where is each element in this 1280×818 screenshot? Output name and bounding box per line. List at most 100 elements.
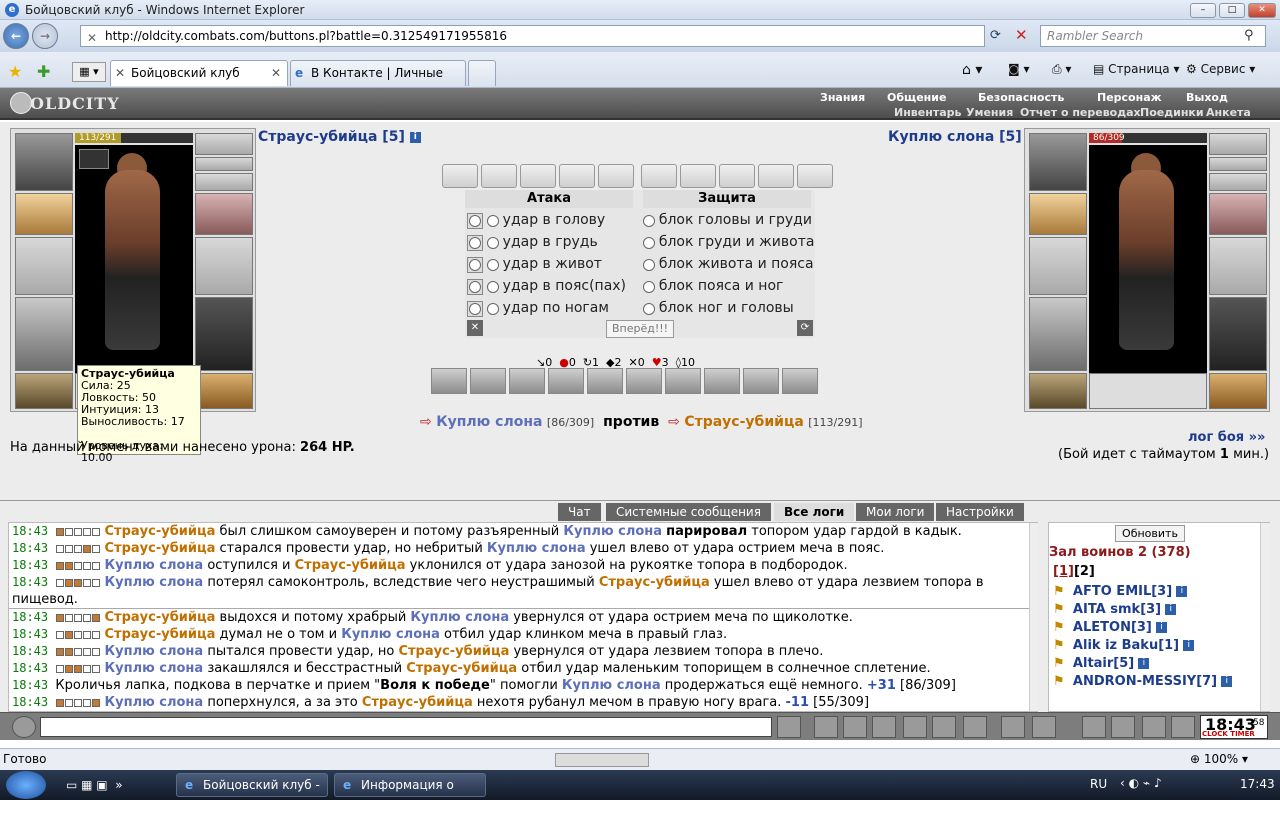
attack-radio[interactable] [486,258,499,271]
helmet-slot[interactable] [1029,133,1087,191]
action-slot[interactable] [520,164,556,188]
save-icon[interactable] [872,716,896,738]
weapon-slot[interactable] [1029,237,1087,295]
offhand-slot[interactable] [195,237,253,295]
helmet-slot[interactable] [15,133,73,191]
effect-icon[interactable] [79,149,109,169]
right-fighter-name[interactable]: Куплю слона [5] i [888,129,1038,145]
menu-character[interactable]: Персонаж [1097,91,1162,104]
feeds-icon[interactable]: ◙ ▾ [1008,62,1029,76]
fighter-name[interactable]: Страус-убийца [362,695,473,710]
sound-icon[interactable] [963,716,987,738]
rings-slot[interactable] [1209,173,1267,191]
tools-menu[interactable]: ⚙ Сервис ▾ [1186,62,1255,76]
menu-skills[interactable]: Умения [966,106,1013,119]
menu-profile[interactable]: Анкета [1206,106,1251,119]
user-name[interactable]: AITA smk[3] [1073,602,1161,617]
start-button[interactable] [6,771,46,799]
defense-radio[interactable] [643,236,655,249]
armor-slot[interactable] [1029,297,1087,371]
favorites-star-icon[interactable]: ★ [8,62,22,81]
defense-option[interactable]: блок ног и головы [643,300,814,322]
search-input[interactable]: Rambler Search [1040,25,1266,47]
armor-slot[interactable] [15,297,73,371]
action-slot[interactable] [598,164,634,188]
forward-button[interactable]: Вперёд!!! [606,320,674,338]
stop-icon[interactable]: ✕ [1015,26,1028,44]
players-icon[interactable] [1111,716,1135,738]
weapon-slot[interactable] [15,237,73,295]
minimize-button[interactable]: – [1190,3,1216,18]
attack-radio[interactable] [486,236,499,249]
users-scrollbar[interactable] [1260,523,1270,711]
pants-slot[interactable] [1209,297,1267,371]
belt-slot[interactable] [15,373,73,409]
chat-tab-all-logs[interactable]: Все логи [774,503,855,521]
action-slot[interactable] [559,164,595,188]
skill-icon[interactable] [665,368,701,394]
fighter-name[interactable]: Куплю слона [105,661,204,676]
tray-icons[interactable]: ‹ ◐ ⌁ ♪ [1120,776,1162,790]
radio-box[interactable] [467,212,483,229]
refresh-battle-icon[interactable]: ⟳ [797,320,813,336]
menu-fights[interactable]: Поединки [1140,106,1204,119]
defense-radio[interactable] [643,302,655,315]
taskbar-item-info[interactable]: e Информация о Куп... [334,773,486,814]
fighter-name[interactable]: Куплю слона [487,541,586,556]
walk-icon[interactable] [903,716,927,738]
tools-icon[interactable] [932,716,956,738]
chat-tab-chat[interactable]: Чат [558,503,601,521]
action-slot[interactable] [719,164,755,188]
friends-icon[interactable] [1032,716,1056,738]
action-slot[interactable] [641,164,677,188]
menu-transfers[interactable]: Отчет о переводах [1020,106,1141,119]
info-icon[interactable]: i [409,131,421,143]
print-icon[interactable]: ⎙ ▾ [1052,62,1071,77]
bracers-slot[interactable] [1029,193,1087,235]
action-slot[interactable] [680,164,716,188]
filter-icon[interactable] [843,716,867,738]
left-fighter-name[interactable]: Страус-убийца [5] i [258,129,421,145]
tab-close-icon[interactable]: ✕ [271,61,281,85]
cancel-icon[interactable]: ✕ [467,320,483,336]
bag-icon[interactable] [1082,716,1106,738]
close-window-button[interactable]: ✕ [1248,3,1276,18]
defense-option[interactable]: блок пояса и ног [643,278,814,300]
fighter-name[interactable]: Куплю слона [562,678,661,693]
skill-icon[interactable] [587,368,623,394]
user-row[interactable]: ⚑ Alik iz Baku[1] i [1053,637,1232,655]
fighter-name[interactable]: Куплю слона [105,558,204,573]
spells-slots[interactable] [1089,373,1207,409]
earring-slot[interactable] [195,133,253,155]
fighter-name[interactable]: Куплю слона [105,644,204,659]
offhand-slot[interactable] [1209,237,1267,295]
search-icon[interactable]: ⚲ [1244,28,1254,43]
skill-icon[interactable] [509,368,545,394]
defense-radio[interactable] [643,258,655,271]
taskbar-item-combats[interactable]: e Бойцовский клуб - ... [176,773,328,814]
pants-slot[interactable] [195,297,253,371]
user-row[interactable]: ⚑ ALETON[3] i [1053,619,1232,637]
new-tab-button[interactable] [468,60,496,86]
zoom-control[interactable]: ⊕ 100% ▾ [1190,752,1248,766]
belt-slot[interactable] [1029,373,1087,409]
fighter-name[interactable]: Страус-убийца [105,627,216,642]
action-slot[interactable] [442,164,478,188]
battle-log-link[interactable]: лог боя »» [1188,430,1265,445]
chat-mode-icon[interactable] [12,716,36,738]
info-icon[interactable]: i [1221,676,1233,687]
tab-combats[interactable]: ✕ Бойцовский клуб ✕ [110,60,288,86]
defense-radio[interactable] [643,214,655,227]
info-icon[interactable]: i [1183,640,1195,651]
user-name[interactable]: AFTO EMIL[3] [1073,584,1172,599]
language-indicator[interactable]: RU [1090,777,1107,791]
attack-radio[interactable] [486,280,499,293]
user-name[interactable]: Altair[5] [1073,656,1134,671]
page-link[interactable]: [2] [1074,564,1095,579]
menu-social[interactable]: Общение [887,91,946,104]
refresh-button[interactable]: Обновить [1115,525,1185,542]
action-slot[interactable] [481,164,517,188]
fighter-name[interactable]: Куплю слона [341,627,440,642]
fighter-name[interactable]: Куплю слона [410,610,509,625]
info-icon[interactable]: i [1138,658,1150,669]
